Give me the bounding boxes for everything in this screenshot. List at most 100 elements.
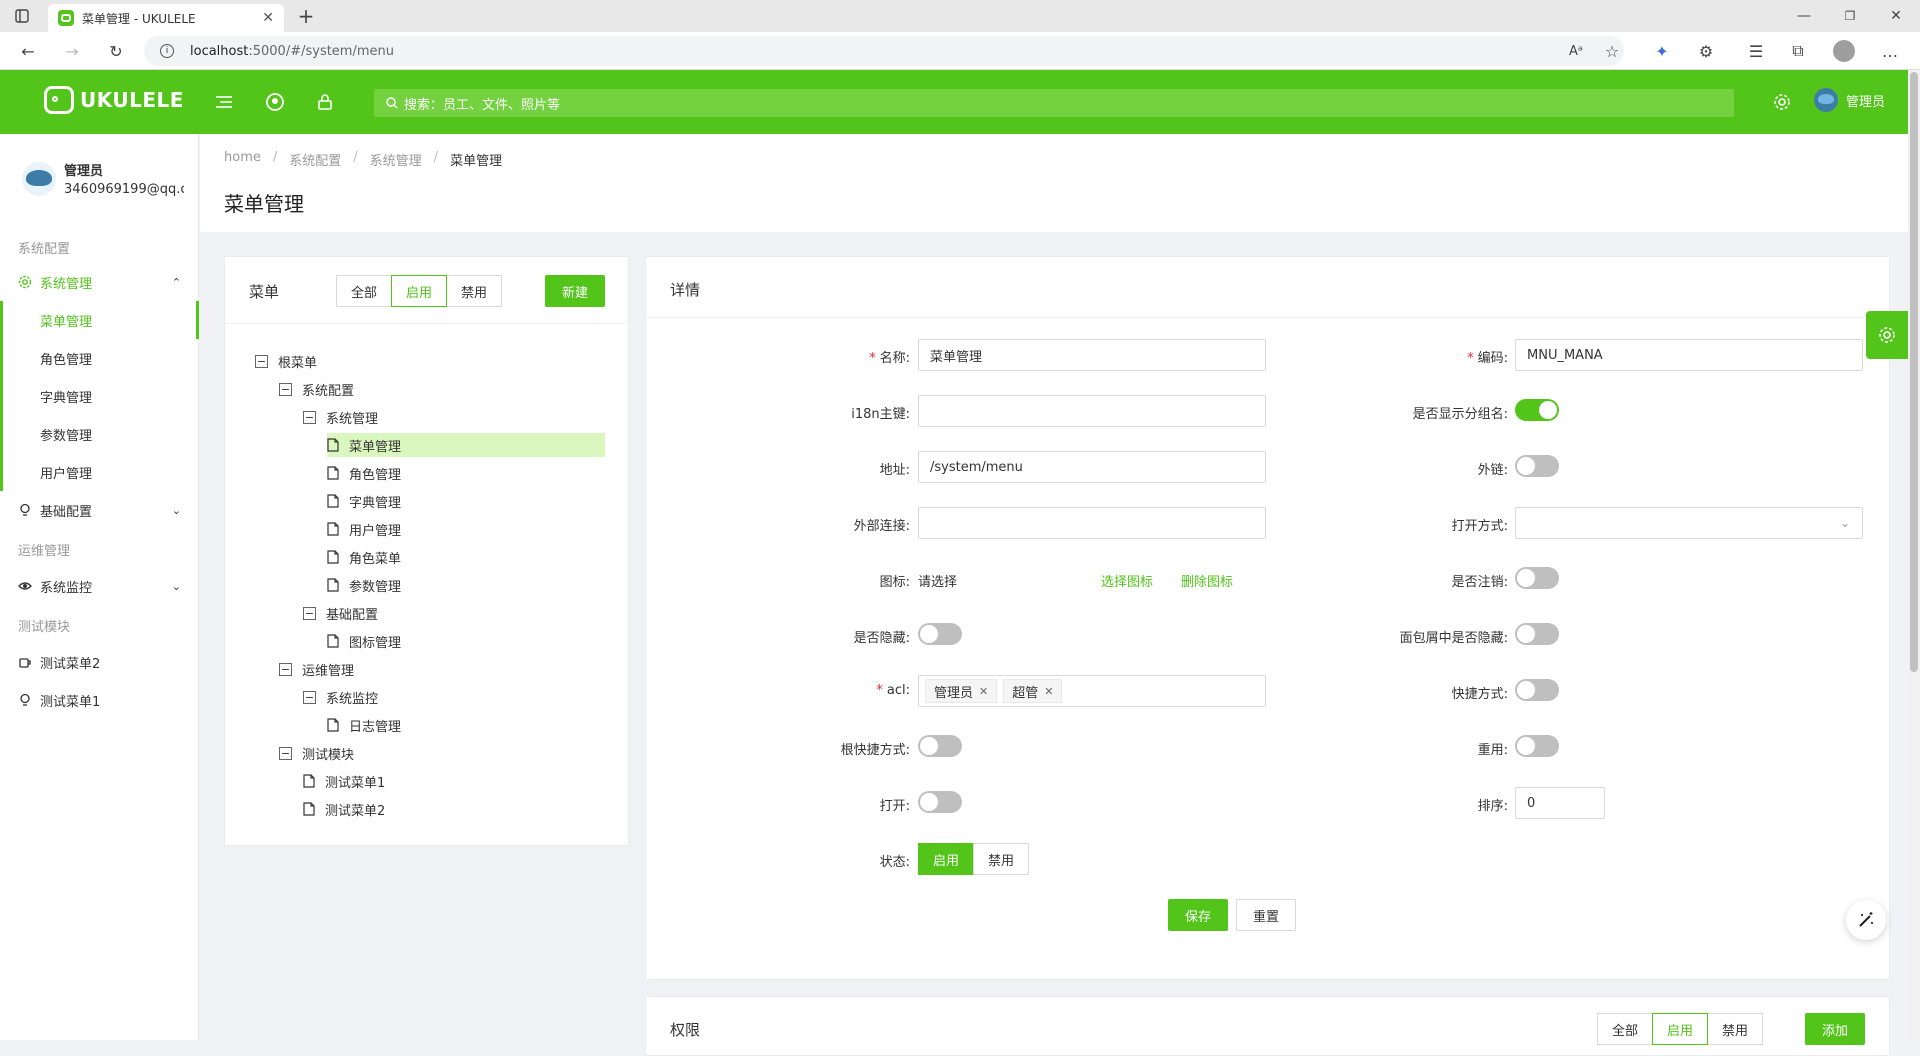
url-field[interactable]: i localhost :5000/#/system/menu: [144, 36, 1624, 66]
tree-node[interactable]: − 根菜单: [255, 349, 605, 373]
collapse-icon[interactable]: −: [279, 746, 292, 760]
breadcrumb-home[interactable]: home: [224, 150, 261, 169]
reset-button[interactable]: 重置: [1236, 899, 1296, 931]
favorite-add-icon[interactable]: ☆: [1598, 37, 1626, 65]
tree-node[interactable]: 菜单管理: [327, 433, 605, 457]
collapse-icon[interactable]: −: [255, 354, 268, 368]
close-tab-icon[interactable]: ✕: [262, 10, 274, 26]
favorites-icon[interactable]: ☰: [1742, 37, 1770, 65]
extensions-icon[interactable]: ⚙: [1692, 37, 1720, 65]
settings-icon[interactable]: [1770, 90, 1794, 114]
sidebar-subitem-user[interactable]: 用户管理: [0, 453, 199, 491]
collapse-icon[interactable]: −: [303, 690, 316, 704]
logout-switch[interactable]: [1515, 567, 1559, 589]
delete-icon-link[interactable]: 删除图标: [1181, 571, 1233, 590]
perm-filter-all-button[interactable]: 全部: [1597, 1013, 1654, 1045]
tree-node[interactable]: 测试菜单2: [303, 797, 605, 821]
new-tab-icon[interactable]: +: [292, 2, 320, 30]
close-icon[interactable]: ✕: [979, 685, 988, 698]
tree-node[interactable]: − 系统监控: [303, 685, 605, 709]
profile-icon[interactable]: [1830, 37, 1858, 65]
breadcrumb-system-config[interactable]: 系统配置: [289, 150, 341, 169]
sidebar-item-test2[interactable]: 测试菜单2: [0, 643, 199, 681]
extension-icon[interactable]: ✦: [1648, 37, 1676, 65]
menu-toggle-icon[interactable]: [212, 90, 236, 114]
tab-actions-icon[interactable]: [8, 2, 36, 30]
collapse-icon[interactable]: −: [303, 606, 316, 620]
browser-tab[interactable]: 菜单管理 - UKULELE ✕: [48, 4, 284, 32]
tree-node[interactable]: − 系统配置: [279, 377, 605, 401]
minimize-icon[interactable]: —: [1790, 2, 1818, 30]
theme-settings-button[interactable]: [1866, 311, 1908, 359]
collapse-icon[interactable]: −: [279, 662, 292, 676]
tree-node[interactable]: 图标管理: [327, 629, 605, 653]
tree-node[interactable]: − 测试模块: [279, 741, 605, 765]
status-disabled-radio[interactable]: 禁用: [973, 843, 1030, 875]
shortcut-switch[interactable]: [1515, 679, 1559, 701]
restore-icon[interactable]: ❐: [1836, 2, 1864, 30]
perm-filter-disabled-button[interactable]: 禁用: [1707, 1013, 1764, 1045]
acl-select[interactable]: 管理员 ✕ 超管 ✕: [918, 675, 1266, 707]
sidebar-item-basic[interactable]: 基础配置 ⌄: [0, 491, 199, 529]
sidebar-item-monitor[interactable]: 系统监控 ⌄: [0, 567, 199, 605]
sidebar-subitem-menu[interactable]: 菜单管理: [0, 301, 199, 339]
show-group-switch[interactable]: [1515, 399, 1559, 421]
code-input[interactable]: MNU_MANA: [1515, 339, 1863, 371]
more-icon[interactable]: …: [1876, 37, 1904, 65]
sort-input[interactable]: 0: [1515, 787, 1605, 819]
address-input[interactable]: /system/menu: [918, 451, 1266, 483]
user-menu[interactable]: 管理员: [1814, 88, 1885, 112]
back-icon[interactable]: ←: [14, 37, 42, 65]
breadcrumb-system-mgmt[interactable]: 系统管理: [370, 150, 422, 169]
lock-icon[interactable]: [313, 90, 337, 114]
sidebar-item-system-mgmt[interactable]: 系统管理 ⌃: [0, 263, 199, 301]
tree-node[interactable]: 字典管理: [327, 489, 605, 513]
collections-icon[interactable]: ⧉: [1784, 37, 1812, 65]
filter-disabled-button[interactable]: 禁用: [446, 275, 503, 307]
magic-wand-button[interactable]: [1846, 900, 1886, 940]
i18n-input[interactable]: [918, 395, 1266, 427]
tree-node[interactable]: 测试菜单1: [303, 769, 605, 793]
collapse-icon[interactable]: −: [303, 410, 316, 424]
external-switch[interactable]: [1515, 455, 1559, 477]
add-permission-button[interactable]: 添加: [1805, 1013, 1865, 1045]
save-button[interactable]: 保存: [1168, 899, 1228, 931]
perm-filter-enabled-button[interactable]: 启用: [1652, 1013, 1709, 1045]
reuse-switch[interactable]: [1515, 735, 1559, 757]
info-icon[interactable]: i: [160, 44, 174, 58]
forward-icon[interactable]: →: [58, 37, 86, 65]
logo[interactable]: UKULELE: [44, 86, 184, 114]
tree-node[interactable]: − 运维管理: [279, 657, 605, 681]
choose-icon-link[interactable]: 选择图标: [1101, 571, 1153, 590]
sidebar-subitem-param[interactable]: 参数管理: [0, 415, 199, 453]
hidden-switch[interactable]: [918, 623, 962, 645]
scrollbar-thumb[interactable]: [1910, 72, 1918, 672]
tree-node[interactable]: 日志管理: [327, 713, 605, 737]
tree-node[interactable]: − 系统管理: [303, 405, 605, 429]
filter-enabled-button[interactable]: 启用: [391, 275, 448, 307]
read-aloud-icon[interactable]: Aᵃ: [1562, 37, 1590, 65]
tree-node[interactable]: 角色管理: [327, 461, 605, 485]
new-menu-button[interactable]: 新建: [545, 275, 605, 307]
breadcrumb-hidden-switch[interactable]: [1515, 623, 1559, 645]
name-input[interactable]: 菜单管理: [918, 339, 1266, 371]
sidebar-subitem-role[interactable]: 角色管理: [0, 339, 199, 377]
tree-node[interactable]: 角色菜单: [327, 545, 605, 569]
close-icon[interactable]: ✕: [1044, 685, 1053, 698]
open-mode-select[interactable]: ⌄: [1515, 507, 1863, 539]
root-shortcut-switch[interactable]: [918, 735, 962, 757]
collapse-icon[interactable]: −: [279, 382, 292, 396]
external-link-input[interactable]: [918, 507, 1266, 539]
status-enabled-radio[interactable]: 启用: [918, 843, 975, 875]
sidebar-subitem-dict[interactable]: 字典管理: [0, 377, 199, 415]
sidebar-item-test1[interactable]: 测试菜单1: [0, 681, 199, 719]
tree-node[interactable]: − 基础配置: [303, 601, 605, 625]
open-switch[interactable]: [918, 791, 962, 813]
refresh-icon[interactable]: ↻: [102, 37, 130, 65]
tree-node[interactable]: 用户管理: [327, 517, 605, 541]
filter-all-button[interactable]: 全部: [336, 275, 393, 307]
search-input[interactable]: 搜索：员工、文件、照片等: [374, 89, 1734, 117]
github-icon[interactable]: [263, 90, 287, 114]
tree-node[interactable]: 参数管理: [327, 573, 605, 597]
close-window-icon[interactable]: ✕: [1882, 2, 1910, 30]
